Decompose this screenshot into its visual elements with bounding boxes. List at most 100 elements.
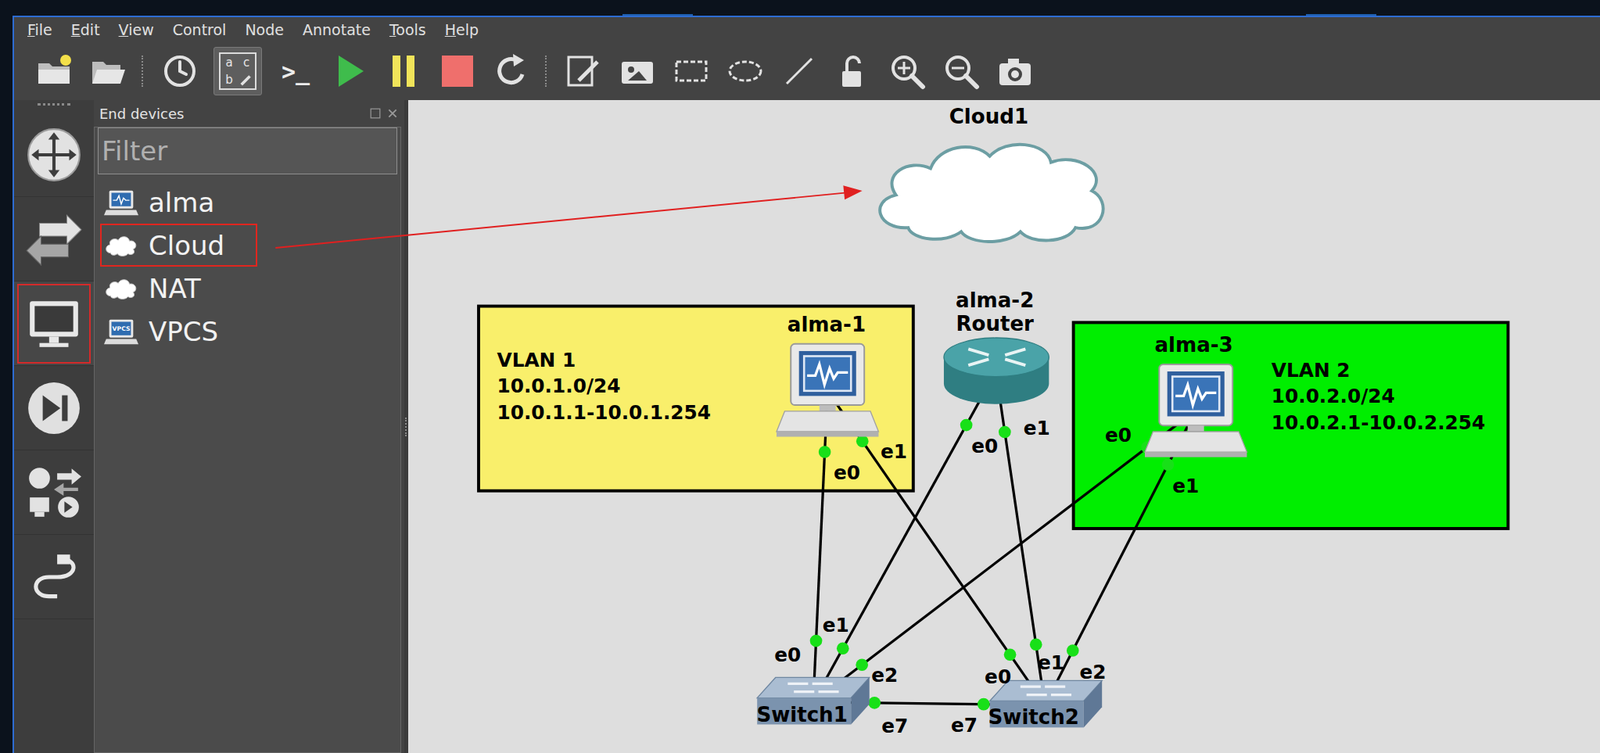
console-button[interactable]: >_ xyxy=(275,50,316,92)
pause-icon xyxy=(384,52,423,90)
link-status xyxy=(868,696,990,711)
lock-button[interactable] xyxy=(832,50,874,92)
filter-input[interactable] xyxy=(97,127,398,175)
suspend-button[interactable] xyxy=(383,50,424,92)
start-button[interactable] xyxy=(329,50,370,92)
zoom-out-button[interactable] xyxy=(940,50,982,92)
link[interactable] xyxy=(813,410,1196,703)
zoom-in-button[interactable] xyxy=(886,50,928,92)
console-icon: >_ xyxy=(281,57,310,86)
area-title: VLAN 1 xyxy=(497,348,577,372)
menu-bar: File Edit View Control Node Annotate Tools Help xyxy=(14,17,1600,43)
vlan-area[interactable]: VLAN 110.0.1.0/24 10.0.1.1-10.0.1.254 xyxy=(478,306,914,492)
router-node[interactable] xyxy=(943,337,1049,405)
show-labels-button[interactable]: acb xyxy=(213,46,262,96)
node-label[interactable]: alma-3 xyxy=(1154,333,1233,357)
link[interactable] xyxy=(813,391,828,703)
port-label: e1 xyxy=(1023,416,1051,440)
panel-body: alma Cloud NAT VPCSVPCS xyxy=(93,126,402,753)
zoom-in-icon xyxy=(888,52,926,90)
security-button[interactable] xyxy=(14,365,94,451)
all-devices-icon xyxy=(25,463,83,522)
ellipse-button[interactable] xyxy=(724,50,766,92)
node-label[interactable]: Switch1 xyxy=(756,703,847,727)
rectangle-button[interactable] xyxy=(670,50,712,92)
menu-item[interactable]: File xyxy=(27,21,53,39)
port-labels: e0e0 xyxy=(774,461,861,666)
device-type-frame xyxy=(17,537,91,618)
port-label: e2 xyxy=(871,663,898,687)
link[interactable] xyxy=(827,391,1045,706)
menu-item[interactable]: Control xyxy=(172,21,227,39)
gns3-window: File Edit View Control Node Annotate Tools Help… xyxy=(12,15,1600,753)
device-type-frame xyxy=(17,114,91,195)
insert-image-button[interactable] xyxy=(617,50,658,92)
add-note-button[interactable] xyxy=(563,50,604,92)
screenshot-button[interactable] xyxy=(994,50,1036,92)
cloud-icon xyxy=(879,144,1103,242)
pc-node[interactable] xyxy=(1144,364,1247,458)
line-button[interactable] xyxy=(778,50,820,92)
status-dot xyxy=(836,642,850,655)
status-dot xyxy=(998,426,1012,439)
zoom-out-icon xyxy=(942,52,980,90)
pc-node[interactable] xyxy=(776,344,879,438)
vlan-area[interactable]: VLAN 210.0.2.0/2410.0.2.1-10.0.2.254 xyxy=(1073,322,1509,529)
switch-arrows-icon xyxy=(25,210,83,269)
device-item[interactable]: VPCSVPCS xyxy=(100,309,252,353)
splitter-grip xyxy=(405,417,409,437)
stop-button[interactable] xyxy=(437,50,478,92)
cloud-node[interactable] xyxy=(879,144,1103,242)
node-label[interactable]: alma-1 xyxy=(787,312,866,337)
area-title: VLAN 2 xyxy=(1271,358,1351,382)
device-name: NAT xyxy=(148,272,201,305)
device-name: alma xyxy=(148,186,215,219)
port-label: e7 xyxy=(950,713,978,737)
menu-item[interactable]: Help xyxy=(444,21,479,39)
menu-item[interactable]: Tools xyxy=(389,21,427,39)
qemu-icon xyxy=(103,188,140,217)
device-name: Cloud xyxy=(148,229,225,262)
device-type-frame xyxy=(17,283,91,364)
device-item[interactable]: Cloud xyxy=(100,223,258,267)
end-devices-button[interactable] xyxy=(14,281,94,366)
menu-item[interactable]: Edit xyxy=(71,21,101,39)
status-dot xyxy=(1004,648,1017,661)
device-name: VPCS xyxy=(148,315,219,348)
node-label[interactable]: Cloud1 xyxy=(949,104,1029,129)
devices-panel: End devicesalmaCloudNATVPCSVPCS xyxy=(93,100,405,753)
router-icon xyxy=(943,337,1049,405)
new-project-button[interactable] xyxy=(33,50,75,92)
router-icon xyxy=(25,125,83,184)
open-project-button[interactable] xyxy=(87,50,129,92)
device-item[interactable]: NAT xyxy=(100,266,234,310)
port-label: e0 xyxy=(984,665,1012,689)
float-icon[interactable] xyxy=(369,107,381,119)
labels-icon: acb xyxy=(218,52,257,90)
link-status xyxy=(998,426,1043,651)
add-link-button[interactable] xyxy=(14,534,94,620)
switches-button[interactable] xyxy=(14,197,94,282)
grip xyxy=(37,103,71,113)
topology-canvas[interactable]: VLAN 110.0.1.0/2410.0.1.1-10.0.1.254VLAN… xyxy=(408,100,1600,753)
area-line: 10.0.1.1-10.0.1.254 xyxy=(497,401,712,424)
all-devices-button[interactable] xyxy=(14,450,94,535)
routers-button[interactable] xyxy=(14,112,94,198)
image-icon xyxy=(618,52,657,90)
menu-item[interactable]: Node xyxy=(244,21,284,39)
node-label[interactable]: alma-2Router xyxy=(955,288,1034,336)
node-label[interactable]: Switch2 xyxy=(988,705,1080,729)
reload-button[interactable] xyxy=(491,50,532,92)
device-item[interactable]: alma xyxy=(100,180,248,224)
status-dot xyxy=(818,445,832,459)
status-dot xyxy=(855,658,869,671)
close-icon[interactable] xyxy=(387,107,399,119)
menu-item[interactable]: Annotate xyxy=(302,21,371,39)
menu-item[interactable]: View xyxy=(118,21,155,39)
snapshot-button[interactable] xyxy=(159,50,201,92)
annotation-arrow xyxy=(0,0,1600,753)
area-line: 10.0.1.0/24 xyxy=(497,374,621,398)
node-name: alma-1 xyxy=(787,312,866,337)
area-line: 10.0.2.1-10.0.2.254 xyxy=(1271,411,1486,435)
device-type-frame xyxy=(17,452,91,533)
